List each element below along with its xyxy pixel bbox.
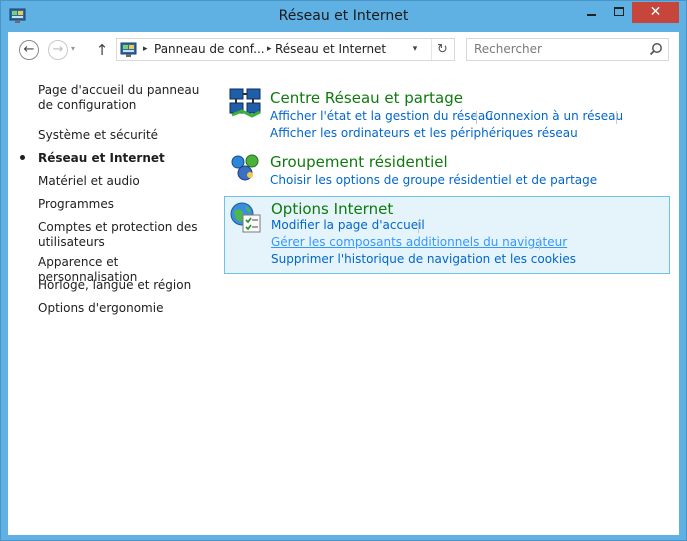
- search-input[interactable]: Rechercher: [466, 38, 669, 61]
- current-item-bullet: [20, 155, 25, 160]
- address-bar[interactable]: ▸ Panneau de conf... ▸ Réseau et Interne…: [116, 38, 455, 61]
- client-area: ← → ▾ ↑ ▸ Panneau de conf... ▸ Réseau et…: [8, 32, 679, 535]
- link-separator: [476, 111, 477, 124]
- link-connect-to-network[interactable]: Connexion à un réseau: [485, 109, 623, 124]
- category-network-sharing: Centre Réseau et partage Afficher l'état…: [224, 85, 670, 141]
- navigation-bar: ← → ▾ ↑ ▸ Panneau de conf... ▸ Réseau et…: [8, 32, 679, 68]
- sidebar-item-system-security[interactable]: Système et sécurité: [38, 128, 208, 143]
- link-delete-browsing-history[interactable]: Supprimer l'historique de navigation et …: [271, 252, 576, 267]
- link-view-network-computers[interactable]: Afficher les ordinateurs et les périphér…: [270, 126, 578, 141]
- link-separator: [616, 111, 617, 124]
- homegroup-icon[interactable]: [228, 150, 262, 184]
- internet-options-icon[interactable]: [229, 201, 263, 235]
- link-separator: [418, 220, 419, 233]
- sidebar-item-network-internet[interactable]: Réseau et Internet: [38, 151, 208, 166]
- sidebar-item-hardware-sound[interactable]: Matériel et audio: [38, 174, 208, 189]
- link-manage-addons[interactable]: Gérer les composants additionnels du nav…: [271, 235, 567, 250]
- minimize-icon: [587, 14, 596, 16]
- category-homegroup: Groupement résidentiel Choisir les optio…: [224, 150, 670, 190]
- sidebar-item-user-accounts[interactable]: Comptes et protection des utilisateurs: [38, 220, 198, 250]
- address-dropdown-icon[interactable]: ▾: [405, 39, 425, 60]
- minimize-button[interactable]: [578, 2, 605, 23]
- sidebar-item-control-panel-home[interactable]: Page d'accueil du panneau de configurati…: [38, 83, 208, 113]
- maximize-button[interactable]: [606, 2, 632, 23]
- category-title-internet-options[interactable]: Options Internet: [271, 200, 393, 218]
- close-icon: ✕: [649, 4, 662, 20]
- link-separator: [539, 237, 540, 250]
- up-button[interactable]: ↑: [94, 40, 110, 60]
- breadcrumb-network-internet[interactable]: Réseau et Internet: [275, 39, 386, 60]
- breadcrumb-control-panel[interactable]: Panneau de conf...: [154, 39, 265, 60]
- forward-button[interactable]: →: [48, 40, 68, 60]
- control-panel-icon: [120, 42, 137, 57]
- recent-pages-dropdown[interactable]: ▾: [71, 41, 81, 57]
- link-change-home-page[interactable]: Modifier la page d'accueil: [271, 218, 425, 233]
- back-button[interactable]: ←: [19, 40, 39, 60]
- breadcrumb-separator-icon[interactable]: ▸: [267, 39, 272, 60]
- link-homegroup-options[interactable]: Choisir les options de groupe résidentie…: [270, 173, 597, 188]
- maximize-icon: [614, 7, 624, 16]
- network-center-icon[interactable]: [228, 85, 262, 119]
- close-button[interactable]: ✕: [632, 2, 679, 23]
- search-icon[interactable]: [649, 42, 663, 56]
- category-title-homegroup[interactable]: Groupement résidentiel: [270, 153, 448, 171]
- title-bar[interactable]: Réseau et Internet ✕: [1, 1, 686, 33]
- control-panel-window: Réseau et Internet ✕ ← → ▾ ↑ ▸ Panneau d…: [0, 0, 687, 541]
- sidebar-item-ease-of-access[interactable]: Options d'ergonomie: [38, 301, 208, 316]
- category-title-network-sharing[interactable]: Centre Réseau et partage: [270, 89, 463, 107]
- sidebar-item-clock-language[interactable]: Horloge, langue et région: [38, 278, 208, 293]
- category-internet-options: Options Internet Modifier la page d'accu…: [224, 196, 670, 274]
- sidebar-item-programs[interactable]: Programmes: [38, 197, 208, 212]
- refresh-button[interactable]: ↻: [431, 39, 453, 60]
- link-view-network-status[interactable]: Afficher l'état et la gestion du réseau: [270, 109, 493, 124]
- breadcrumb-separator-icon[interactable]: ▸: [143, 39, 148, 60]
